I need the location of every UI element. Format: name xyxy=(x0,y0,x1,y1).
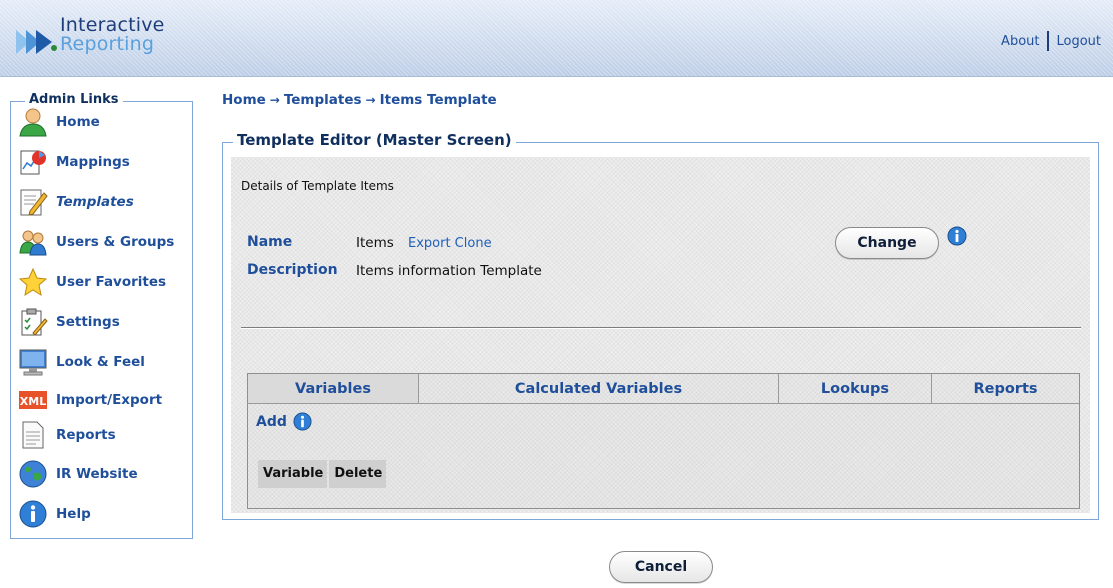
admin-links-panel: Admin Links Home Mappings Templates User… xyxy=(10,92,193,539)
sidebar-item-label: IR Website xyxy=(56,466,138,482)
cancel-button[interactable]: Cancel xyxy=(609,551,713,583)
template-editor-title: Template Editor (Master Screen) xyxy=(233,131,516,149)
info-icon[interactable] xyxy=(947,226,967,246)
info-icon xyxy=(19,500,47,528)
sidebar-item-label: Settings xyxy=(56,314,120,330)
sidebar-item-mappings[interactable]: Mappings xyxy=(18,147,130,177)
app-header: Interactive Reporting About Logout xyxy=(0,0,1113,77)
breadcrumb-arrow-icon: → xyxy=(269,93,280,107)
section-divider xyxy=(241,327,1081,328)
sidebar-item-reports[interactable]: Reports xyxy=(18,420,116,450)
tab-variables[interactable]: Variables xyxy=(248,374,419,404)
column-header-delete: Delete xyxy=(329,460,387,488)
logo-text: Interactive Reporting xyxy=(60,16,165,54)
info-icon[interactable] xyxy=(293,412,312,431)
sidebar-item-label: Reports xyxy=(56,427,116,443)
breadcrumb-current: Items Template xyxy=(379,92,497,108)
globe-icon xyxy=(19,460,47,488)
sidebar-item-label: Import/Export xyxy=(56,392,163,408)
footer-actions: Cancel xyxy=(609,551,713,583)
breadcrumb-arrow-icon: → xyxy=(365,93,376,107)
logo-title-line2: Reporting xyxy=(60,33,155,55)
users-groups-icon xyxy=(19,230,47,256)
app-logo[interactable]: Interactive Reporting xyxy=(14,16,165,62)
breadcrumb-templates[interactable]: Templates xyxy=(284,92,362,108)
star-icon xyxy=(18,267,48,297)
sidebar-item-help[interactable]: Help xyxy=(18,499,91,529)
tab-lookups[interactable]: Lookups xyxy=(779,374,932,404)
xml-icon: XML xyxy=(19,391,47,409)
sidebar-item-label: Users & Groups xyxy=(56,234,175,250)
description-value: Items information Template xyxy=(356,263,542,279)
add-variable-link[interactable]: Add xyxy=(256,414,287,430)
sidebar-item-label: Help xyxy=(56,506,91,522)
sidebar-item-settings[interactable]: Settings xyxy=(18,307,120,337)
tab-reports[interactable]: Reports xyxy=(932,374,1079,404)
sidebar-item-label: User Favorites xyxy=(56,274,167,290)
top-links: About Logout xyxy=(1001,31,1101,51)
name-label: Name xyxy=(247,234,293,250)
about-link[interactable]: About xyxy=(1001,34,1039,49)
sidebar-item-import-export[interactable]: XML Import/Export xyxy=(18,385,162,415)
svg-text:XML: XML xyxy=(20,395,46,408)
sidebar-item-ir-website[interactable]: IR Website xyxy=(18,459,138,489)
breadcrumb: Home → Templates → Items Template xyxy=(222,92,497,108)
sidebar-item-label: Look & Feel xyxy=(56,354,145,370)
sidebar-item-templates[interactable]: Templates xyxy=(18,187,134,217)
logo-arrows-icon xyxy=(16,30,57,54)
report-document-icon xyxy=(22,421,44,449)
admin-links-title: Admin Links xyxy=(25,92,123,107)
variables-grid-header: Variable Delete xyxy=(258,460,387,488)
mappings-icon xyxy=(20,150,46,175)
details-heading: Details of Template Items xyxy=(241,179,394,193)
sidebar-item-label: Home xyxy=(56,114,100,130)
settings-clipboard-icon xyxy=(21,308,48,336)
breadcrumb-home[interactable]: Home xyxy=(222,92,266,108)
monitor-icon xyxy=(19,349,47,376)
export-clone-link[interactable]: Export Clone xyxy=(408,236,492,251)
column-header-variable: Variable xyxy=(258,460,328,488)
template-tabs: Variables Calculated Variables Lookups R… xyxy=(247,373,1080,509)
template-editor-body: Details of Template Items Name Items Exp… xyxy=(231,157,1090,513)
sidebar-item-users-groups[interactable]: Users & Groups xyxy=(18,227,174,257)
sidebar-item-label: Mappings xyxy=(56,154,130,170)
logout-link[interactable]: Logout xyxy=(1056,34,1101,49)
top-links-divider xyxy=(1047,31,1050,51)
change-button[interactable]: Change xyxy=(835,227,939,259)
template-editor-panel: Template Editor (Master Screen) Details … xyxy=(222,131,1099,520)
templates-icon xyxy=(20,189,48,216)
sidebar-item-label: Templates xyxy=(56,194,134,210)
sidebar-item-home[interactable]: Home xyxy=(18,107,100,137)
tab-calculated-variables[interactable]: Calculated Variables xyxy=(419,374,779,404)
sidebar-item-look-feel[interactable]: Look & Feel xyxy=(18,347,145,377)
home-user-icon xyxy=(19,108,47,137)
name-value: Items xyxy=(356,235,394,251)
add-variable-row: Add xyxy=(256,412,312,431)
description-label: Description xyxy=(247,262,338,278)
sidebar-item-user-favorites[interactable]: User Favorites xyxy=(18,267,166,297)
